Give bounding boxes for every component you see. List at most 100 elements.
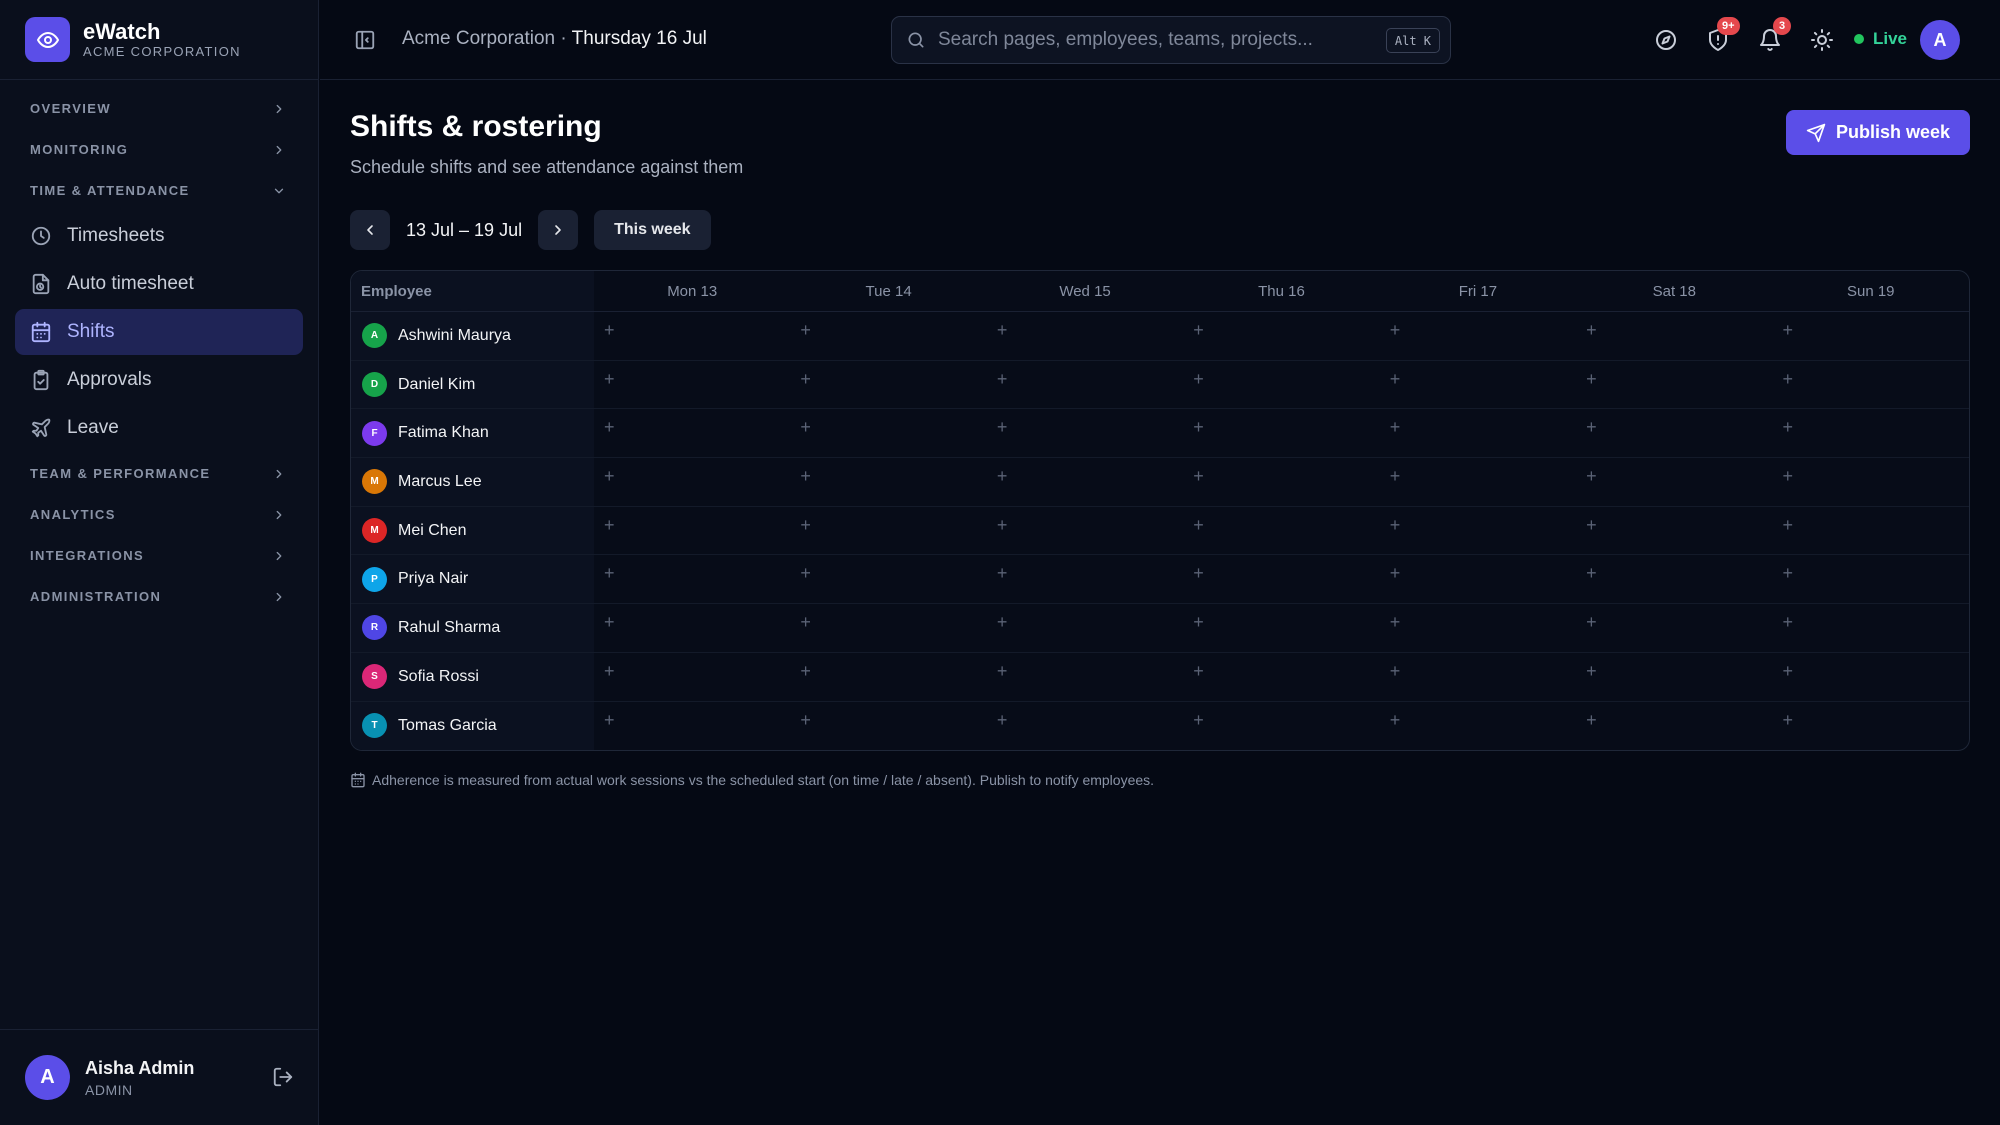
add-shift-icon[interactable]: + xyxy=(604,418,615,436)
add-shift-icon[interactable]: + xyxy=(1193,370,1204,388)
shift-cell[interactable]: + xyxy=(594,312,790,360)
add-shift-icon[interactable]: + xyxy=(1586,662,1597,680)
nav-section-integrations[interactable]: INTEGRATIONS xyxy=(0,535,318,576)
shift-cell[interactable]: + xyxy=(594,653,790,701)
shift-cell[interactable]: + xyxy=(1183,604,1379,652)
shift-cell[interactable]: + xyxy=(1380,409,1576,457)
shift-cell[interactable]: + xyxy=(1183,361,1379,409)
add-shift-icon[interactable]: + xyxy=(1390,662,1401,680)
shift-cell[interactable]: + xyxy=(1773,604,1969,652)
shift-cell[interactable]: + xyxy=(987,361,1183,409)
user-avatar[interactable]: A xyxy=(25,1055,70,1100)
add-shift-icon[interactable]: + xyxy=(1586,564,1597,582)
add-shift-icon[interactable]: + xyxy=(997,662,1008,680)
add-shift-icon[interactable]: + xyxy=(1586,711,1597,729)
shift-cell[interactable]: + xyxy=(790,312,986,360)
shift-cell[interactable]: + xyxy=(1576,409,1772,457)
shift-cell[interactable]: + xyxy=(1576,458,1772,506)
shift-cell[interactable]: + xyxy=(987,702,1183,751)
add-shift-icon[interactable]: + xyxy=(1390,467,1401,485)
add-shift-icon[interactable]: + xyxy=(1390,516,1401,534)
shift-cell[interactable]: + xyxy=(790,361,986,409)
search-input[interactable]: Search pages, employees, teams, projects… xyxy=(891,16,1451,64)
shift-cell[interactable]: + xyxy=(1576,555,1772,603)
shift-cell[interactable]: + xyxy=(1183,702,1379,751)
shift-cell[interactable]: + xyxy=(1380,555,1576,603)
shift-cell[interactable]: + xyxy=(1380,702,1576,751)
shift-cell[interactable]: + xyxy=(1183,555,1379,603)
add-shift-icon[interactable]: + xyxy=(604,711,615,729)
nav-section-overview[interactable]: OVERVIEW xyxy=(0,88,318,129)
add-shift-icon[interactable]: + xyxy=(1783,613,1794,631)
shift-cell[interactable]: + xyxy=(1773,458,1969,506)
shift-cell[interactable]: + xyxy=(790,555,986,603)
shift-cell[interactable]: + xyxy=(987,312,1183,360)
shift-cell[interactable]: + xyxy=(594,604,790,652)
shift-cell[interactable]: + xyxy=(1773,702,1969,751)
shift-cell[interactable]: + xyxy=(1380,507,1576,555)
shift-cell[interactable]: + xyxy=(1183,312,1379,360)
shift-cell[interactable]: + xyxy=(1380,361,1576,409)
logout-icon[interactable] xyxy=(272,1066,294,1088)
add-shift-icon[interactable]: + xyxy=(1783,564,1794,582)
add-shift-icon[interactable]: + xyxy=(1193,321,1204,339)
add-shift-icon[interactable]: + xyxy=(997,370,1008,388)
add-shift-icon[interactable]: + xyxy=(1586,370,1597,388)
add-shift-icon[interactable]: + xyxy=(1586,418,1597,436)
shift-cell[interactable]: + xyxy=(1576,653,1772,701)
add-shift-icon[interactable]: + xyxy=(1390,418,1401,436)
sidebar-item-shifts[interactable]: Shifts xyxy=(15,309,303,355)
add-shift-icon[interactable]: + xyxy=(1586,516,1597,534)
avatar[interactable]: A xyxy=(1920,20,1960,60)
add-shift-icon[interactable]: + xyxy=(1390,711,1401,729)
nav-section-time-attendance[interactable]: TIME & ATTENDANCE xyxy=(0,170,318,211)
shift-cell[interactable]: + xyxy=(594,702,790,751)
shift-cell[interactable]: + xyxy=(790,604,986,652)
add-shift-icon[interactable]: + xyxy=(997,418,1008,436)
add-shift-icon[interactable]: + xyxy=(997,564,1008,582)
add-shift-icon[interactable]: + xyxy=(800,321,811,339)
add-shift-icon[interactable]: + xyxy=(1783,467,1794,485)
shift-cell[interactable]: + xyxy=(790,507,986,555)
add-shift-icon[interactable]: + xyxy=(997,467,1008,485)
add-shift-icon[interactable]: + xyxy=(800,370,811,388)
shift-cell[interactable]: + xyxy=(1576,507,1772,555)
add-shift-icon[interactable]: + xyxy=(604,613,615,631)
add-shift-icon[interactable]: + xyxy=(604,516,615,534)
shift-cell[interactable]: + xyxy=(987,507,1183,555)
add-shift-icon[interactable]: + xyxy=(1193,516,1204,534)
shift-cell[interactable]: + xyxy=(790,653,986,701)
add-shift-icon[interactable]: + xyxy=(1783,516,1794,534)
add-shift-icon[interactable]: + xyxy=(1390,370,1401,388)
compass-icon[interactable] xyxy=(1654,28,1678,52)
shift-cell[interactable]: + xyxy=(1773,507,1969,555)
shift-cell[interactable]: + xyxy=(1380,458,1576,506)
shift-cell[interactable]: + xyxy=(987,604,1183,652)
shift-cell[interactable]: + xyxy=(987,653,1183,701)
add-shift-icon[interactable]: + xyxy=(997,516,1008,534)
add-shift-icon[interactable]: + xyxy=(1586,321,1597,339)
shift-cell[interactable]: + xyxy=(594,458,790,506)
add-shift-icon[interactable]: + xyxy=(1586,613,1597,631)
add-shift-icon[interactable]: + xyxy=(997,613,1008,631)
shift-cell[interactable]: + xyxy=(987,458,1183,506)
shift-cell[interactable]: + xyxy=(1183,458,1379,506)
add-shift-icon[interactable]: + xyxy=(1390,564,1401,582)
add-shift-icon[interactable]: + xyxy=(1193,564,1204,582)
add-shift-icon[interactable]: + xyxy=(800,516,811,534)
shift-cell[interactable]: + xyxy=(1576,702,1772,751)
add-shift-icon[interactable]: + xyxy=(800,613,811,631)
shift-cell[interactable]: + xyxy=(594,507,790,555)
add-shift-icon[interactable]: + xyxy=(1193,418,1204,436)
add-shift-icon[interactable]: + xyxy=(1193,662,1204,680)
shift-cell[interactable]: + xyxy=(1576,361,1772,409)
sidebar-item-timesheets[interactable]: Timesheets xyxy=(15,213,303,259)
shift-cell[interactable]: + xyxy=(987,555,1183,603)
sidebar-item-leave[interactable]: Leave xyxy=(15,405,303,451)
add-shift-icon[interactable]: + xyxy=(997,711,1008,729)
next-week-button[interactable] xyxy=(538,210,579,250)
shift-cell[interactable]: + xyxy=(1183,507,1379,555)
add-shift-icon[interactable]: + xyxy=(1783,662,1794,680)
sun-icon[interactable] xyxy=(1810,28,1834,52)
add-shift-icon[interactable]: + xyxy=(604,467,615,485)
